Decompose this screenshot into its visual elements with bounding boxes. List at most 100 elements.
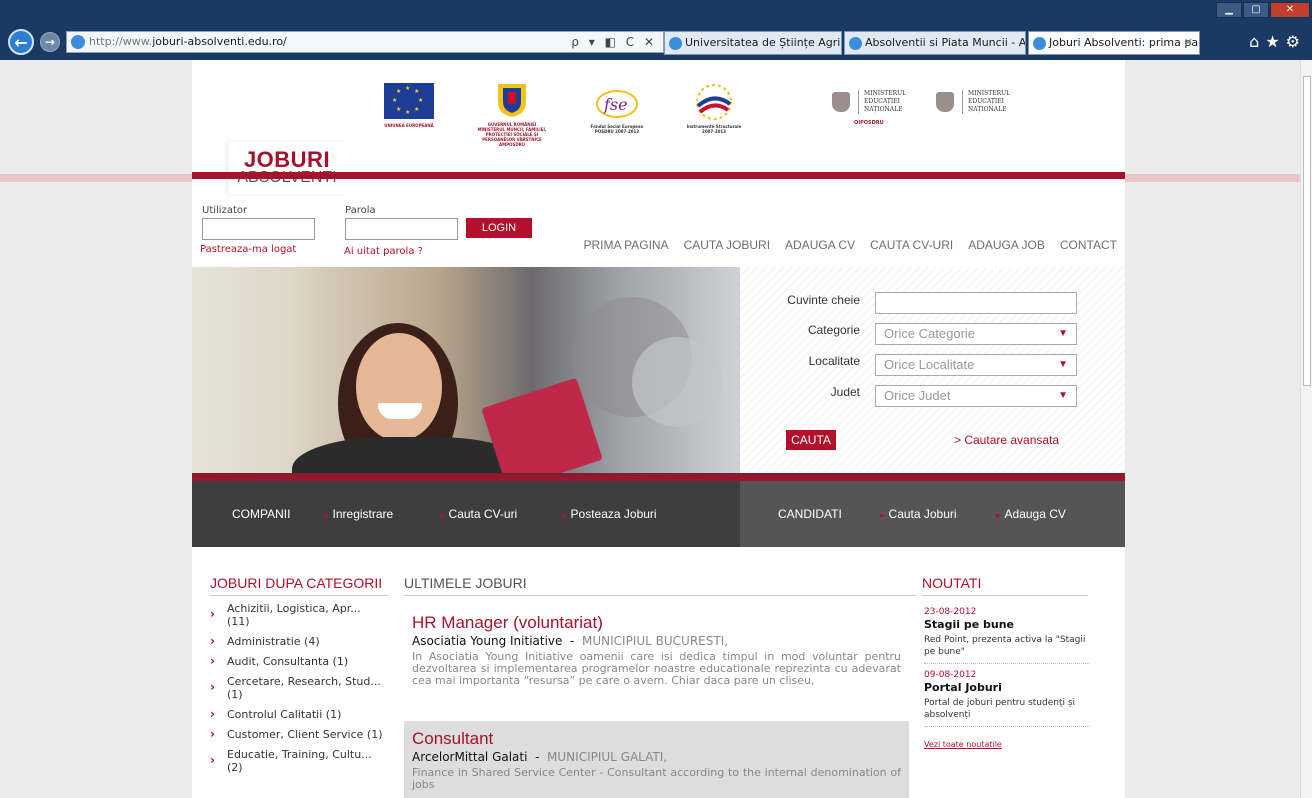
arrow-icon: ▸ — [996, 510, 1001, 520]
category-item[interactable]: › Cercetare, Research, Stud... (1) — [206, 675, 384, 701]
tab-close-icon[interactable]: ✕ — [1184, 32, 1193, 54]
job-title[interactable]: HR Manager (voluntariat) — [412, 613, 901, 633]
address-tools-icons[interactable]: ρ ▾ ◧ C ✕ — [571, 32, 657, 52]
news-item[interactable]: 09-08-2012 Portal Joburi Portal de jobur… — [924, 669, 1090, 727]
tab-favicon-icon — [849, 37, 862, 50]
scrollbar-thumb[interactable] — [1303, 76, 1311, 386]
settings-gear-icon[interactable]: ⚙ — [1286, 32, 1306, 51]
news-item[interactable]: 23-08-2012 Stagii pe bune Red Point, pre… — [924, 606, 1090, 664]
all-news-link[interactable]: Vezi toate noutatile — [924, 740, 1002, 749]
nav-contact[interactable]: CONTACT — [1060, 238, 1117, 252]
home-icon[interactable]: ⌂ — [1249, 32, 1265, 51]
chevron-down-icon: ▼ — [1058, 390, 1068, 401]
username-input[interactable] — [202, 218, 315, 240]
fse-swirl-icon: fse — [596, 90, 638, 118]
category-label: Cercetare, Research, Stud... (1) — [227, 675, 381, 701]
category-list: › Achizitii, Logistica, Apr... (11) › Admi… — [206, 602, 384, 781]
chevron-right-icon: › — [210, 653, 215, 668]
url-prefix: http://www. — [89, 35, 153, 48]
logo-text-joburi: JOBURI — [243, 147, 331, 172]
minimize-icon[interactable]: ▁ — [1216, 2, 1242, 18]
remember-me-checkbox[interactable]: Pastreaza-ma logat — [200, 244, 296, 255]
arrow-icon: ▸ — [880, 510, 885, 520]
post-jobs-link[interactable]: ▸ Posteaza Joburi — [562, 507, 657, 521]
job-title[interactable]: Consultant — [412, 729, 901, 749]
main-navigation: PRIMA PAGINA CAUTA JOBURI ADAUGA CV CAUT… — [583, 238, 1117, 252]
browser-tab[interactable]: Universitatea de Științe Agricol... — [664, 31, 842, 55]
locality-select[interactable]: Orice Localitate ▼ — [875, 354, 1077, 376]
nav-prima-pagina[interactable]: PRIMA PAGINA — [583, 238, 668, 252]
maximize-icon[interactable]: ▢ — [1243, 2, 1269, 18]
eu-flag-logo: ★ ★ ★ ★ ★ ★ ★ ★ UNIUNEA EUROPEANĂ — [384, 83, 434, 128]
news-title[interactable]: Stagii pe bune — [924, 618, 1090, 632]
category-item[interactable]: › Controlul Calitatii (1) — [206, 707, 384, 721]
nav-cauta-joburi[interactable]: CAUTA JOBURI — [684, 238, 770, 252]
news-heading: NOUTATI — [922, 575, 1088, 596]
coat-of-arms-icon — [498, 84, 526, 117]
register-label: Inregistrare — [332, 507, 394, 521]
category-label: Educatie, Training, Cultu... (2) — [227, 748, 372, 774]
password-input[interactable] — [345, 218, 458, 240]
job-listing[interactable]: Consultant ArcelorMittal Galati - MUNICI… — [404, 721, 909, 798]
address-bar[interactable]: http://www.joburi-absolventi.edu.ro/ ρ ▾… — [66, 31, 664, 53]
category-label: Administratie (4) — [227, 635, 320, 648]
category-item[interactable]: › Audit, Consultanta (1) — [206, 653, 384, 668]
browser-tab-active[interactable]: Joburi Absolventi: prima pa... ✕ — [1028, 31, 1200, 55]
browser-tab[interactable]: Absolventii si Piata Muncii - A... — [844, 31, 1026, 55]
company-name: ArcelorMittal Galati — [412, 750, 528, 764]
chevron-right-icon: › — [210, 726, 215, 741]
back-arrow-icon[interactable]: ← — [8, 29, 34, 55]
close-window-icon[interactable]: ✕ — [1270, 2, 1310, 18]
categories-heading: JOBURI DUPA CATEGORII — [210, 575, 388, 596]
job-employer: ArcelorMittal Galati - MUNICIPIUL GALATI… — [412, 750, 668, 764]
search-jobs-link[interactable]: ▸ Cauta Joburi — [880, 507, 957, 521]
fse-caption: Fondul Social European POSDRU 2007-2013 — [590, 124, 644, 134]
forward-arrow-icon[interactable]: → — [40, 32, 60, 52]
site-favicon-icon — [71, 35, 85, 49]
category-item[interactable]: › Educatie, Training, Cultu... (2) — [206, 748, 384, 774]
register-link[interactable]: ▸ Inregistrare — [324, 507, 393, 521]
site-logo[interactable]: JOBURI ABSOLVENTI — [228, 142, 346, 194]
forgot-password-link[interactable]: Ai uitat parola ? — [344, 246, 423, 257]
nav-adauga-job[interactable]: ADAUGA JOB — [968, 238, 1045, 252]
search-cvs-link[interactable]: ▸ Cauta CV-uri — [440, 507, 517, 521]
locality-label: Localitate — [808, 354, 860, 368]
advanced-search-link[interactable]: > Cautare avansata — [954, 433, 1059, 447]
news-text: Red Point, prezenta activa la "Stagii pe… — [924, 635, 1086, 657]
keywords-label: Cuvinte cheie — [787, 293, 860, 307]
category-select[interactable]: Orice Categorie ▼ — [875, 323, 1077, 345]
header-divider — [192, 172, 1125, 179]
category-item[interactable]: › Customer, Client Service (1) — [206, 726, 384, 741]
nav-cauta-cv-uri[interactable]: CAUTA CV-URI — [870, 238, 953, 252]
favorites-star-icon[interactable]: ★ — [1265, 32, 1285, 51]
keywords-input[interactable] — [875, 292, 1077, 314]
locality-value: Orice Localitate — [884, 357, 975, 372]
login-button[interactable]: LOGIN — [466, 218, 532, 238]
job-listing[interactable]: HR Manager (voluntariat) Asociatia Young… — [404, 605, 909, 715]
arrow-icon: ▸ — [440, 510, 445, 520]
county-select[interactable]: Orice Judet ▼ — [875, 385, 1077, 407]
scrollbar[interactable] — [1300, 60, 1312, 798]
search-button[interactable]: CAUTA — [786, 430, 836, 450]
tab-favicon-icon — [1033, 37, 1046, 50]
news-list: 23-08-2012 Stagii pe bune Red Point, pre… — [924, 606, 1090, 751]
svg-text:fse: fse — [603, 95, 628, 114]
arrow-icon: ▸ — [562, 510, 567, 520]
browser-chrome: ▁ ▢ ✕ ← → http://www.joburi-absolventi.e… — [0, 0, 1312, 60]
category-item[interactable]: › Achizitii, Logistica, Apr... (11) — [206, 602, 384, 628]
companies-band: COMPANII ▸ Inregistrare ▸ Cauta CV-uri ▸ Po… — [192, 481, 740, 547]
chevron-down-icon: ▼ — [1058, 359, 1068, 370]
category-value: Orice Categorie — [884, 326, 976, 341]
add-cv-link[interactable]: ▸ Adauga CV — [996, 507, 1066, 521]
job-description: Finance in Shared Service Center - Consu… — [412, 766, 901, 791]
chevron-right-icon: › — [210, 680, 215, 694]
news-title[interactable]: Portal Joburi — [924, 681, 1090, 695]
category-item[interactable]: › Administratie (4) — [206, 634, 384, 648]
structural-instruments-logo: Instrumente Structurale 2007-2013 — [687, 82, 741, 134]
company-name: Asociatia Young Initiative — [412, 634, 563, 648]
eu-caption: UNIUNEA EUROPEANĂ — [384, 123, 434, 128]
job-employer: Asociatia Young Initiative - MUNICIPIUL … — [412, 634, 729, 648]
hero-photo — [192, 267, 740, 473]
nav-adauga-cv[interactable]: ADAUGA CV — [785, 238, 855, 252]
candidates-heading: CANDIDATI — [778, 507, 842, 521]
